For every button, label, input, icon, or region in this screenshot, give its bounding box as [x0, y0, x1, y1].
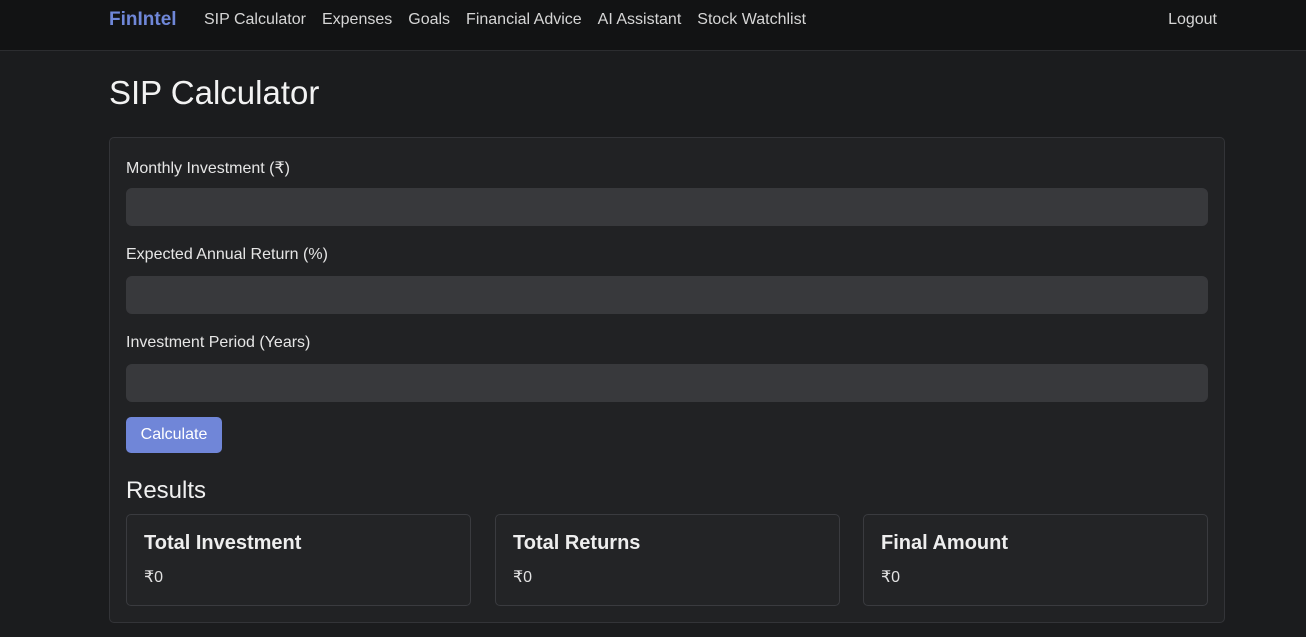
nav-link-sip-calculator[interactable]: SIP Calculator — [204, 11, 306, 29]
monthly-investment-label: Monthly Investment (₹) — [126, 160, 291, 177]
logout-link[interactable]: Logout — [1168, 11, 1217, 29]
nav-link-financial-advice[interactable]: Financial Advice — [466, 11, 582, 29]
page-title: SIP Calculator — [109, 74, 320, 111]
brand-logo-link[interactable]: FinIntel — [109, 9, 177, 31]
result-card-total-returns: Total Returns ₹0 — [495, 514, 840, 606]
top-navbar: FinIntel SIP Calculator Expenses Goals F… — [0, 0, 1306, 51]
sip-calculator-card: Monthly Investment (₹) Expected Annual R… — [109, 137, 1225, 623]
result-value: ₹0 — [513, 569, 533, 586]
result-title: Total Investment — [144, 532, 302, 554]
nav-links: SIP Calculator Expenses Goals Financial … — [204, 11, 806, 29]
nav-link-goals[interactable]: Goals — [408, 11, 450, 29]
result-title: Total Returns — [513, 532, 641, 554]
nav-link-stock-watchlist[interactable]: Stock Watchlist — [697, 11, 806, 29]
result-title: Final Amount — [881, 532, 1009, 554]
annual-return-label: Expected Annual Return (%) — [126, 246, 328, 263]
result-card-total-investment: Total Investment ₹0 — [126, 514, 471, 606]
investment-period-label: Investment Period (Years) — [126, 334, 311, 351]
result-value: ₹0 — [881, 569, 901, 586]
calculate-button[interactable]: Calculate — [126, 417, 222, 453]
monthly-investment-input[interactable] — [126, 188, 1208, 226]
nav-link-ai-assistant[interactable]: AI Assistant — [598, 11, 682, 29]
nav-link-expenses[interactable]: Expenses — [322, 11, 392, 29]
investment-period-input[interactable] — [126, 364, 1208, 402]
result-value: ₹0 — [144, 569, 164, 586]
annual-return-input[interactable] — [126, 276, 1208, 314]
results-heading: Results — [126, 477, 207, 504]
result-card-final-amount: Final Amount ₹0 — [863, 514, 1208, 606]
